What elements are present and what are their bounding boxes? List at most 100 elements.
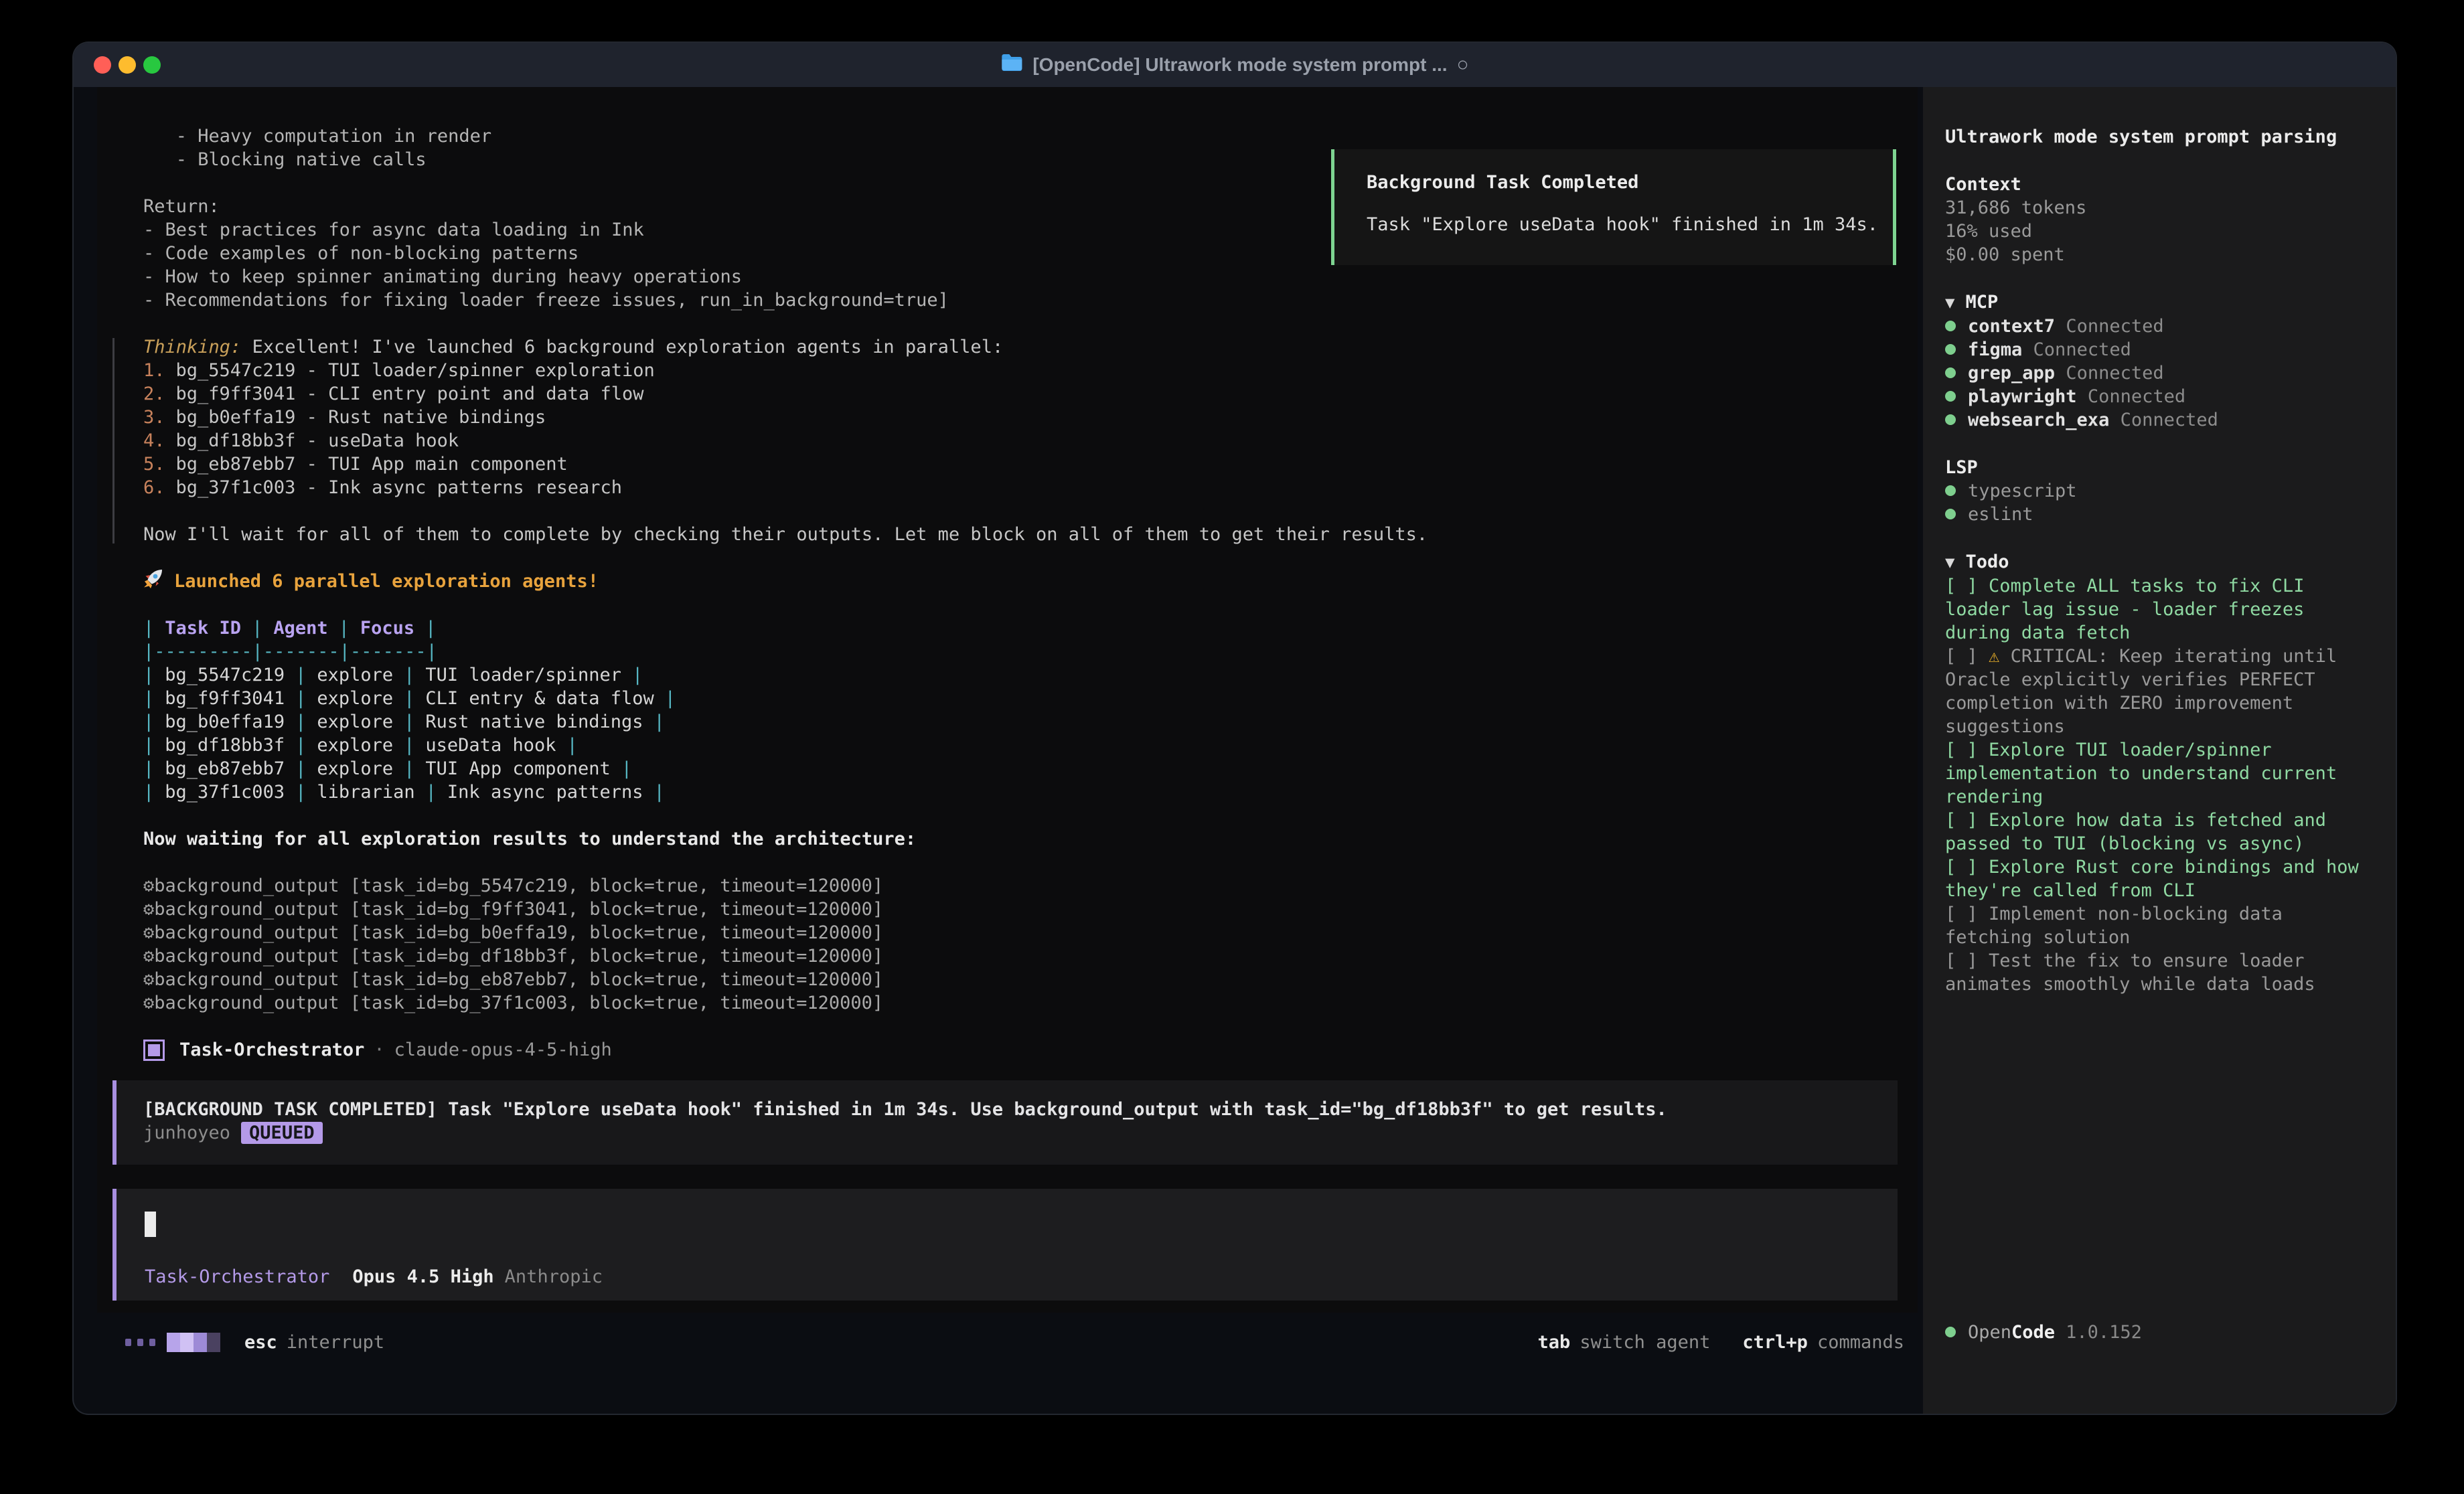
thinking-label: Thinking: [143,337,241,357]
gear-icon: ⚙ [143,899,154,920]
rocket-icon [143,568,163,594]
todo-item: [ ] ⚠ CRITICAL: Keep iterating until Ora… [1945,645,2373,738]
list-item: 5.bg_eb87ebb7 - TUI App main component [143,452,1877,476]
queued-user: junhoyeo [143,1123,230,1143]
context-heading: Context [1945,173,2373,196]
status-dot-icon [1945,414,1956,425]
app-version-footer: OpenCode 1.0.152 [1945,1321,2142,1344]
composer-provider: Anthropic [505,1266,603,1287]
mcp-item: playwright Connected [1945,385,2373,408]
tool-call: ⚙background_output[task_id=bg_37f1c003, … [143,991,1877,1015]
warning-icon: ⚠ [1989,646,1999,667]
chevron-down-icon: ▼ [1945,553,1954,572]
todo-item: [ ] Test the fix to ensure loader animat… [1945,949,2373,996]
text-cursor [145,1212,156,1237]
composer-model[interactable]: Opus 4.5 High [352,1266,493,1287]
thinking-outro: Now I'll wait for all of them to complet… [143,523,1877,546]
table-separator-row: |---------|-------|-------| [143,640,1877,663]
session-title: Ultrawork mode system prompt parsing [1945,125,2373,149]
todo-item: [ ] Explore TUI loader/spinner implement… [1945,738,2373,809]
launch-banner-text: Launched 6 parallel exploration agents! [174,570,599,593]
composer-agent[interactable]: Task-Orchestrator [145,1266,329,1287]
thinking-intro: Thinking: Excellent! I've launched 6 bac… [143,335,1877,359]
mcp-item: figma Connected [1945,338,2373,361]
window-controls [94,43,161,87]
folder-icon [1000,54,1023,77]
tool-call: ⚙background_output[task_id=bg_df18bb3f, … [143,944,1877,968]
prompt-input[interactable]: Task-Orchestrator Opus 4.5 High Anthropic [112,1189,1898,1301]
status-dot-icon [1945,391,1956,402]
queued-message-box: [BACKGROUND TASK COMPLETED] Task "Explor… [112,1080,1898,1165]
todo-section-header[interactable]: ▼Todo [1945,550,2373,574]
scrollback-line: - Heavy computation in render [143,124,1877,148]
app-window: [OpenCode] Ultrawork mode system prompt … [74,43,2396,1414]
table-row: |bg_eb87ebb7|explore|TUI App component| [143,757,1877,780]
thinking-block: Thinking: Excellent! I've launched 6 bac… [143,335,1877,546]
scrollback-line: - Recommendations for fixing loader free… [143,288,1877,312]
context-tokens: 31,686 tokens [1945,196,2373,220]
table-row: |bg_5547c219|explore|TUI loader/spinner| [143,663,1877,687]
mcp-item: grep_app Connected [1945,361,2373,385]
zoom-window-button[interactable] [143,56,161,74]
title-status-circle-icon: ○ [1457,54,1469,76]
close-window-button[interactable] [94,56,111,74]
gear-icon: ⚙ [143,876,154,896]
minimize-window-button[interactable] [119,56,136,74]
agent-status-line: Task-Orchestrator · claude-opus-4-5-high [143,1038,1877,1062]
mcp-item: websearch_exa Connected [1945,408,2373,432]
status-bar: esc interrupt tab switch agent ctrl+p co… [97,1311,1918,1373]
tool-call: ⚙background_output[task_id=bg_eb87ebb7, … [143,968,1877,991]
gear-icon: ⚙ [143,993,154,1013]
lsp-item: eslint [1945,503,2373,526]
progress-spinner [125,1333,220,1352]
status-dot-icon [1945,367,1956,378]
list-item: 2.bg_f9ff3041 - CLI entry point and data… [143,382,1877,406]
commands-hint: ctrl+p commands [1742,1332,1904,1353]
architecture-heading: Now waiting for all exploration results … [143,827,1877,851]
context-spent: $0.00 spent [1945,243,2373,266]
table-row: |bg_df18bb3f|explore|useData hook| [143,734,1877,757]
composer-status-line: Task-Orchestrator Opus 4.5 High Anthropic [145,1265,1898,1289]
scrollback-line: - How to keep spinner animating during h… [143,265,1877,288]
status-dot-icon [1945,321,1956,331]
tool-call: ⚙background_output[task_id=bg_5547c219, … [143,874,1877,898]
thinking-intro-text: Excellent! I've launched 6 background ex… [252,337,1004,357]
esc-hint: esc interrupt [244,1332,384,1353]
gear-icon: ⚙ [143,969,154,990]
todo-item: [ ] Complete ALL tasks to fix CLI loader… [1945,574,2373,645]
todo-item: [ ] Implement non-blocking data fetching… [1945,902,2373,949]
gear-icon: ⚙ [143,946,154,967]
chevron-down-icon: ▼ [1945,293,1954,312]
launch-banner: Launched 6 parallel exploration agents! [143,570,1877,593]
tool-call: ⚙background_output[task_id=bg_f9ff3041, … [143,898,1877,921]
status-dot-icon [1945,485,1956,496]
sidebar: Ultrawork mode system prompt parsing Con… [1923,87,2396,1414]
table-row: |bg_37f1c003|librarian|Ink async pattern… [143,780,1877,804]
todo-item: [ ] Explore how data is fetched and pass… [1945,809,2373,855]
background-task-notification[interactable]: Background Task Completed Task "Explore … [1331,149,1896,265]
mcp-section-header[interactable]: ▼MCP [1945,290,2373,315]
gear-icon: ⚙ [143,922,154,943]
status-dot-icon [1945,509,1956,519]
lsp-heading: LSP [1945,456,2373,479]
queued-meta-line: junhoyeo QUEUED [143,1121,1898,1145]
list-item: 4.bg_df18bb3f - useData hook [143,429,1877,452]
titlebar: [OpenCode] Ultrawork mode system prompt … [74,43,2396,87]
queued-message-text: [BACKGROUND TASK COMPLETED] Task "Explor… [143,1098,1898,1121]
window-title-text: [OpenCode] Ultrawork mode system prompt … [1032,54,1447,76]
window-title: [OpenCode] Ultrawork mode system prompt … [1000,43,1468,87]
tool-call: ⚙background_output[task_id=bg_b0effa19, … [143,921,1877,944]
tab-hint: tab switch agent [1538,1332,1711,1353]
list-item: 1.bg_5547c219 - TUI loader/spinner explo… [143,359,1877,382]
terminal-main[interactable]: - Heavy computation in render - Blocking… [97,87,1918,1313]
notification-body: Task "Explore useData hook" finished in … [1367,213,1893,236]
list-item: 6.bg_37f1c003 - Ink async patterns resea… [143,476,1877,499]
lsp-item: typescript [1945,479,2373,503]
todo-item: [ ] Explore Rust core bindings and how t… [1945,855,2373,902]
list-item: 3.bg_b0effa19 - Rust native bindings [143,406,1877,429]
mcp-item: context7 Connected [1945,315,2373,338]
queued-status-badge: QUEUED [241,1122,323,1144]
status-dot-icon [1945,1327,1956,1337]
table-header-row: |Task ID|Agent|Focus| [143,616,1877,640]
table-row: |bg_f9ff3041|explore|CLI entry & data fl… [143,687,1877,710]
